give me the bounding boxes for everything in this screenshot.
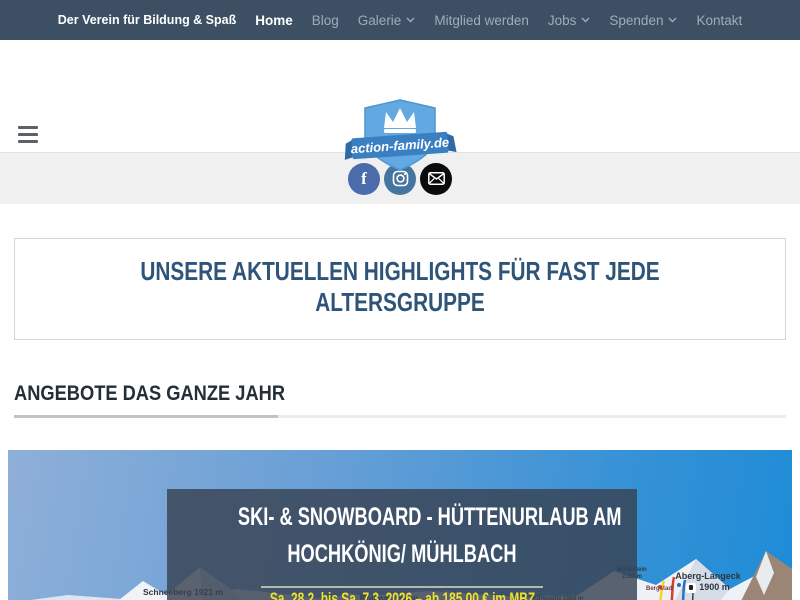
nav-item-kontakt[interactable]: Kontakt: [696, 13, 742, 28]
nav-item-jobs[interactable]: Jobs: [548, 13, 591, 28]
gondola-lift-icon: [686, 583, 696, 593]
hero-title: SKI- & SNOWBOARD - HÜTTENURLAUB AM HOCHK…: [167, 499, 637, 573]
site-tagline: Der Verein für Bildung & Spaß: [58, 13, 237, 27]
section-title: ANGEBOTE DAS GANZE JAHR: [14, 382, 285, 406]
top-navigation-bar: Der Verein für Bildung & Spaß Home Blog …: [0, 0, 800, 40]
highlights-title: UNSERE AKTUELLEN HIGHLIGHTS FÜR FAST JED…: [100, 256, 700, 318]
hero-caption-overlay: SKI- & SNOWBOARD - HÜTTENURLAUB AM HOCHK…: [167, 489, 637, 600]
hero-slide[interactable]: Schneeberg 1921 m Kollmannsegg 1848 m Hu…: [8, 450, 792, 600]
chevron-down-icon: [406, 17, 415, 23]
site-logo[interactable]: action-family.de: [340, 96, 460, 179]
highlights-box: UNSERE AKTUELLEN HIGHLIGHTS FÜR FAST JED…: [14, 238, 786, 340]
hero-subtitle: Sa. 28.2. bis Sa. 7.3. 2026 – ab 185,00 …: [167, 589, 637, 600]
nav-item-home[interactable]: Home: [255, 13, 293, 28]
site-header: action-family.de: [0, 40, 800, 152]
nav-item-spenden[interactable]: Spenden: [609, 13, 677, 28]
caption-divider: [261, 586, 543, 588]
hero-date-price-link[interactable]: Sa. 28.2. bis Sa. 7.3. 2026 – ab 185,00 …: [269, 589, 534, 600]
section-divider: [14, 415, 786, 418]
nav-item-blog[interactable]: Blog: [312, 13, 339, 28]
photo-label-aberg-langeck: Aberg-Langeck 1900 m: [658, 571, 758, 593]
chevron-down-icon: [668, 17, 677, 23]
nav-item-mitglied-werden[interactable]: Mitglied werden: [434, 13, 529, 28]
chevron-down-icon: [581, 17, 590, 23]
hamburger-menu-icon[interactable]: [18, 126, 38, 143]
nav-item-galerie[interactable]: Galerie: [358, 13, 416, 28]
offers-section-header: ANGEBOTE DAS GANZE JAHR: [14, 382, 786, 418]
